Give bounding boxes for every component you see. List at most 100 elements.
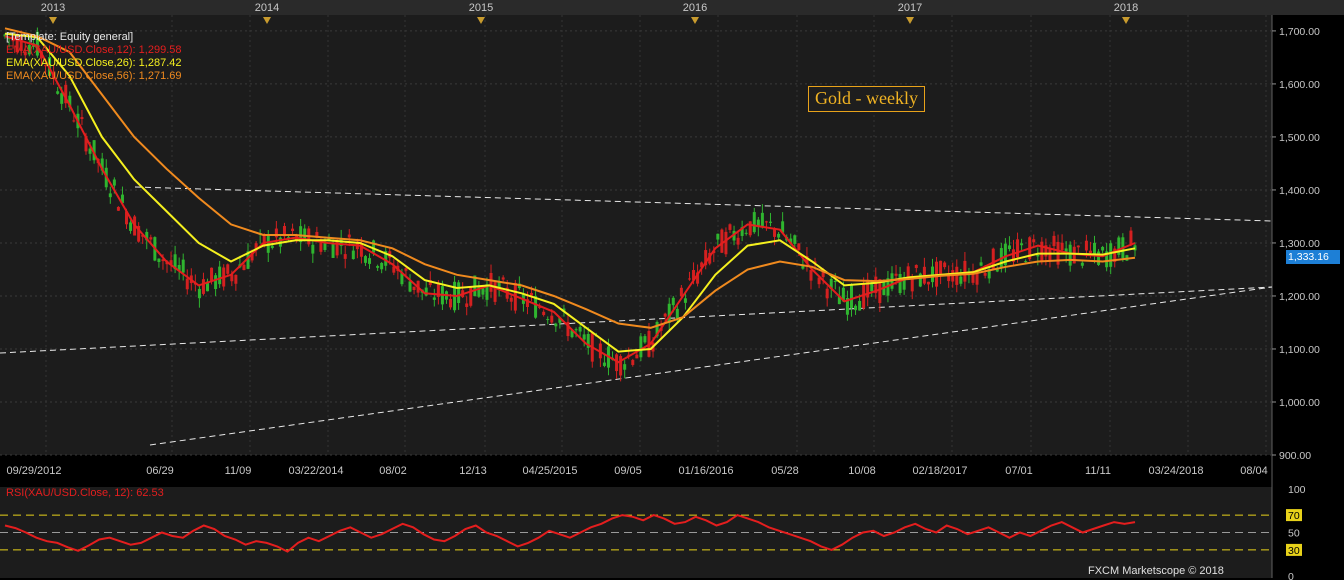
candle-body (858, 300, 862, 311)
candle-body (643, 336, 647, 343)
candle-body (185, 278, 189, 290)
year-label-2015: 2015 (469, 2, 493, 14)
candle-body (914, 264, 918, 269)
candle-body (663, 313, 667, 317)
candle-body (1032, 239, 1036, 243)
candle-body (926, 281, 930, 285)
candle-body (465, 303, 469, 307)
candle-body (1068, 244, 1072, 266)
candle-body (270, 245, 274, 248)
candle-body (404, 268, 408, 271)
date-tick-label: 03/22/2014 (288, 465, 343, 477)
date-tick-label: 09/29/2012 (6, 465, 61, 477)
candle-body (1129, 230, 1133, 245)
candle-body (112, 179, 116, 186)
date-tick-label: 02/18/2017 (912, 465, 967, 477)
candle-body (675, 308, 679, 319)
candle-body (768, 221, 772, 223)
date-tick-label: 01/16/2016 (678, 465, 733, 477)
date-tick-label: 07/01 (1005, 465, 1033, 477)
candle-body (631, 360, 635, 365)
candle-body (550, 315, 554, 323)
year-bar (0, 0, 1344, 15)
candle-body (930, 266, 934, 283)
candle-body (683, 298, 687, 303)
price-tick-label: 1,400.00 (1279, 185, 1320, 197)
candle-body (744, 232, 748, 234)
candle-body (1084, 240, 1088, 251)
candle-body (380, 262, 384, 270)
candle-body (716, 233, 720, 240)
candle-body (720, 229, 724, 253)
price-tick-label: 1,000.00 (1279, 397, 1320, 409)
candle-body (157, 258, 161, 263)
date-tick-label: 12/13 (459, 465, 487, 477)
candle-body (687, 278, 691, 280)
candle-body (748, 221, 752, 236)
price-tick-label: 1,700.00 (1279, 26, 1320, 38)
legend-ema26-value: 1,287.42 (138, 57, 182, 69)
candle-body (449, 298, 453, 308)
candle-body (777, 233, 781, 238)
candle-body (1052, 235, 1056, 247)
candle-body (582, 334, 586, 340)
candle-body (242, 264, 246, 271)
candle-body (210, 267, 214, 281)
candle-body (1007, 245, 1011, 250)
candle-body (347, 234, 351, 238)
candle-body (854, 305, 858, 311)
price-tick-label: 1,600.00 (1279, 79, 1320, 91)
candle-body (457, 282, 461, 303)
candle-body (80, 117, 84, 120)
candle-body (797, 243, 801, 251)
chart-window: 2013 2014 2015 2016 2017 2018 1,700.00 1,600.00… (0, 0, 1344, 580)
price-tick-label: 1,100.00 (1279, 344, 1320, 356)
chart-canvas[interactable]: 2013 2014 2015 2016 2017 2018 1,700.00 1,600.00… (0, 0, 1344, 580)
rsi-tick-label: 100 (1288, 484, 1306, 496)
year-label-2014: 2014 (255, 2, 279, 14)
rsi-tick-label: 70 (1288, 510, 1300, 522)
candle-body (546, 319, 550, 321)
candle-body (368, 258, 372, 264)
candle-body (149, 237, 153, 240)
candle-body (635, 354, 639, 359)
candle-body (311, 244, 315, 254)
candle-body (983, 273, 987, 276)
candle-body (1076, 245, 1080, 248)
legend-ema56-name: EMA(XAU/USD.Close,56) (6, 70, 133, 82)
date-tick-label: 09/05 (614, 465, 642, 477)
candle-body (833, 280, 837, 283)
price-tick-label: 900.00 (1279, 450, 1311, 462)
candle-body (412, 286, 416, 291)
candle-body (1060, 242, 1064, 251)
candle-body (898, 273, 902, 293)
candle-body (226, 264, 230, 274)
candle-body (578, 326, 582, 332)
candle-body (679, 287, 683, 297)
candle-body (574, 329, 578, 331)
year-label-2013: 2013 (41, 2, 65, 14)
date-tick-label: 08/04 (1240, 465, 1268, 477)
candle-body (234, 274, 238, 284)
legend-ema12: EMA(XAU/USD.Close,12): 1,299.58 (6, 44, 182, 56)
candle-body (939, 260, 943, 276)
candle-body (752, 212, 756, 233)
date-tick-label: 06/29 (146, 465, 174, 477)
candle-body (319, 242, 323, 252)
candle-body (623, 364, 627, 370)
candle-body (351, 250, 355, 260)
year-label-2016: 2016 (683, 2, 707, 14)
candle-body (489, 272, 493, 292)
candle-body (849, 285, 853, 309)
candle-body (530, 292, 534, 296)
candle-body (943, 262, 947, 268)
candle-body (963, 260, 967, 282)
candle-body (554, 323, 558, 327)
candle-body (793, 235, 797, 244)
candle-body (1040, 241, 1044, 262)
candle-body (376, 266, 380, 268)
candle-body (764, 221, 768, 223)
rsi-tick-label: 50 (1288, 528, 1300, 540)
candle-body (809, 270, 813, 281)
candle-body (979, 262, 983, 266)
